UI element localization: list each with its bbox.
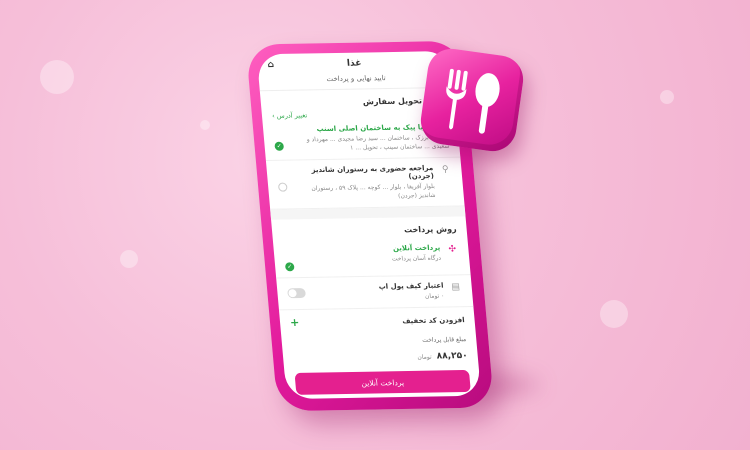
plus-icon[interactable]: + <box>290 316 300 329</box>
wallet-toggle[interactable] <box>287 287 307 299</box>
total-value: ۸۸,۲۵۰ <box>436 351 469 362</box>
total-unit: تومان <box>417 353 432 361</box>
payment-option-description: ۰ تومان <box>424 292 445 300</box>
radio-selected[interactable]: ✓ <box>284 262 295 272</box>
payment-option-title: پرداخت آنلاین <box>392 243 441 253</box>
background-bokeh <box>600 300 628 328</box>
discount-row[interactable]: افزودن کد تخفیف + <box>279 307 476 335</box>
background-bokeh <box>660 90 674 104</box>
radio-selected[interactable]: ✓ <box>274 141 285 151</box>
radio-unselected[interactable] <box>277 182 288 192</box>
delivery-option-description: بلوار آفریقا ، بلوار ... کوچه ... پلاک ۵… <box>311 182 436 200</box>
fork-spoon-icon <box>417 45 527 155</box>
background-bokeh <box>120 250 138 268</box>
payment-option-title: اعتبار کیف پول اپ <box>378 281 444 291</box>
discount-label: افزودن کد تخفیف <box>401 315 465 325</box>
background-bokeh <box>200 120 210 130</box>
total-label: مبلغ قابل پرداخت <box>421 336 467 344</box>
payment-option-description: درگاه آسان پرداخت <box>391 254 442 263</box>
wallet-icon: ▤ <box>450 282 461 293</box>
app-title: غذا <box>346 58 362 69</box>
background-bokeh <box>40 60 74 94</box>
delivery-option-pickup[interactable]: ⚲ مراجعه حضوری به رستوران شاندیز (جردن) … <box>265 157 465 210</box>
payment-gateway-icon: ✣ <box>448 244 457 255</box>
walking-person-icon: ⚲ <box>441 164 450 175</box>
change-address-label: تغییر آدرس <box>276 111 308 120</box>
payment-option-online[interactable]: ✣ پرداخت آنلاین درگاه آسان پرداخت ✓ <box>272 237 471 279</box>
payment-option-wallet[interactable]: ▤ اعتبار کیف پول اپ ۰ تومان <box>276 275 474 311</box>
home-icon[interactable]: ⌂ <box>267 60 274 70</box>
chevron-left-icon: ‹ <box>271 111 276 120</box>
total-row: مبلغ قابل پرداخت ۸۸,۲۵۰ تومان <box>281 332 478 369</box>
pay-online-button[interactable]: پرداخت آنلاین <box>294 369 471 395</box>
delivery-option-title: مراجعه حضوری به رستوران شاندیز (جردن) <box>311 164 435 181</box>
